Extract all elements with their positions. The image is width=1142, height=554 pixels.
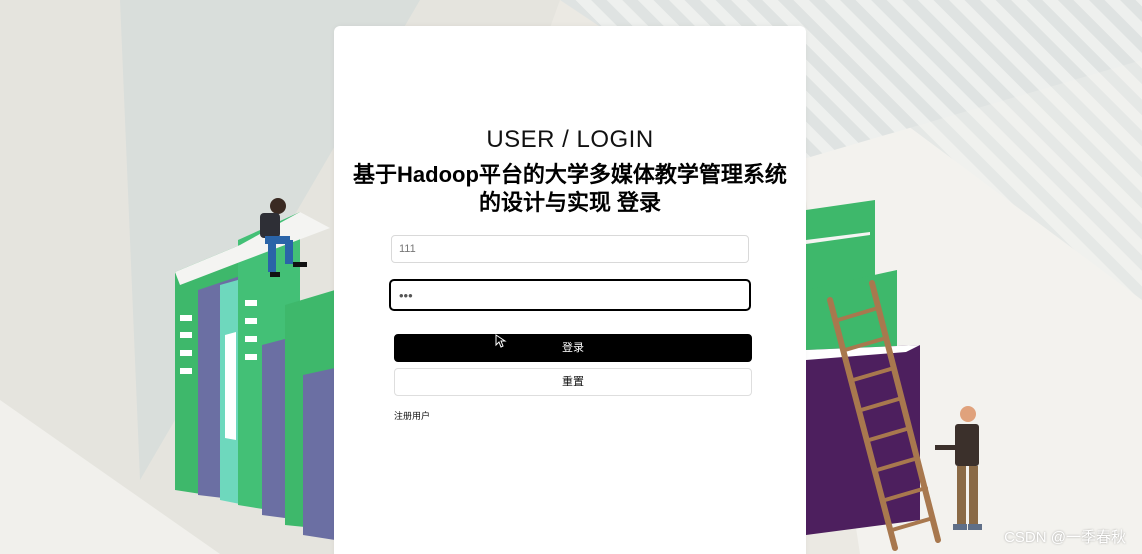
password-input[interactable] — [389, 279, 751, 311]
login-heading-cn: 基于Hadoop平台的大学多媒体教学管理系统的设计与实现 登录 — [353, 162, 787, 215]
login-button[interactable]: 登录 — [394, 334, 752, 362]
login-card: USER / LOGIN 基于Hadoop平台的大学多媒体教学管理系统的设计与实… — [334, 26, 806, 554]
register-link[interactable]: 注册用户 — [394, 409, 430, 422]
login-heading-en: USER / LOGIN — [486, 126, 654, 153]
username-input[interactable] — [391, 235, 749, 263]
reset-button[interactable]: 重置 — [394, 368, 752, 396]
mouse-pointer-icon — [495, 334, 507, 348]
watermark: CSDN @一季春秋 — [1004, 529, 1126, 546]
